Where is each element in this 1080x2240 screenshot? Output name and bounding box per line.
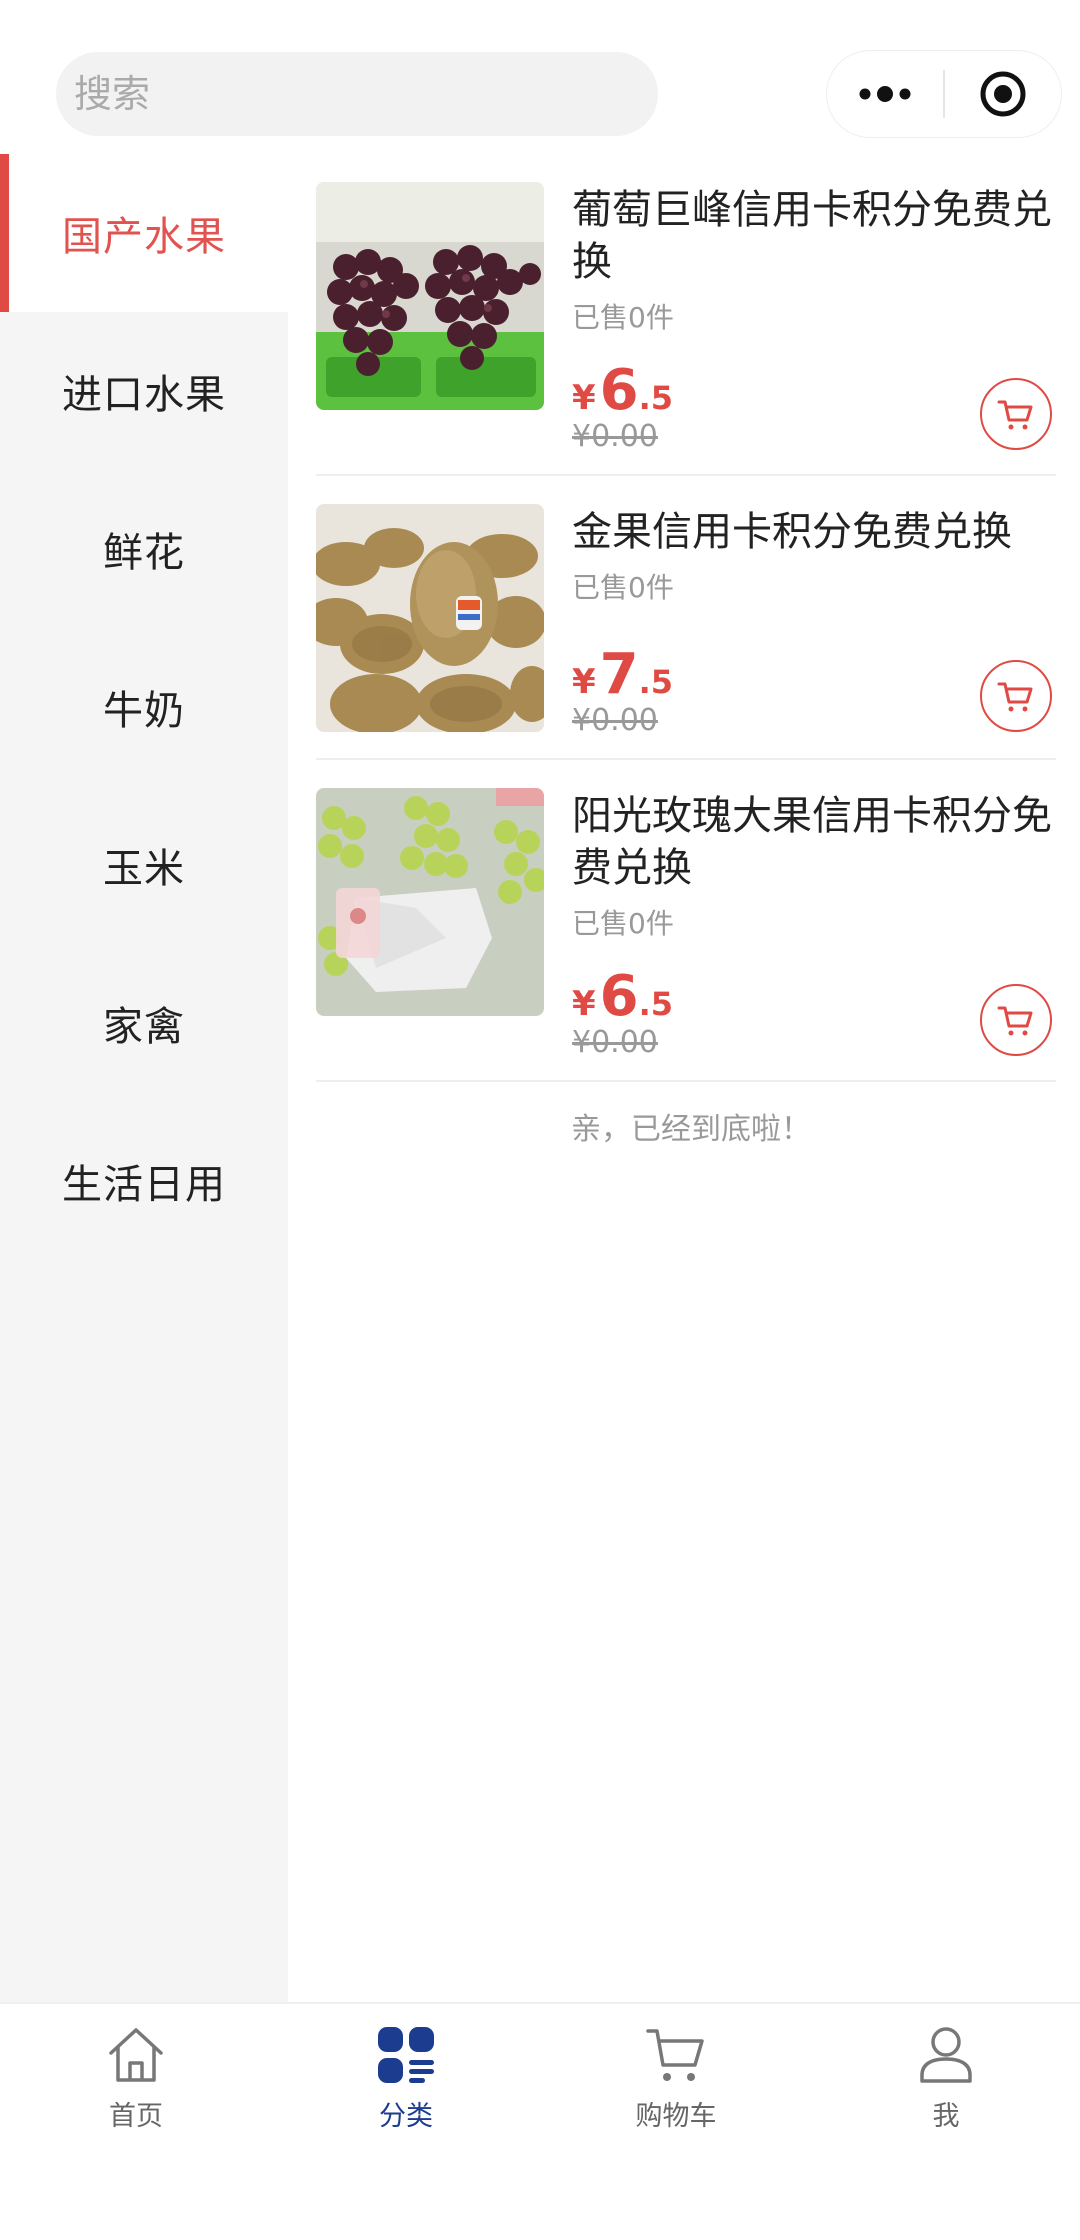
tab-home[interactable]: 首页 [46,2022,226,2133]
category-icon [378,2027,434,2083]
product-image-kiwi[interactable] [316,504,544,732]
miniprogram-capsule [826,50,1062,138]
product-title: 葡萄巨峰信用卡积分免费兑换 [572,187,1052,285]
category-sidebar: 国产水果 进口水果 鲜花 牛奶 玉米 家禽 生活日用 [0,154,288,2002]
sidebar-item-corn[interactable]: 玉米 [0,786,288,944]
search-box[interactable] [56,52,658,136]
end-of-list-tip: 亲，已经到底啦！ [571,1112,811,1147]
cart-icon [997,400,1033,430]
tab-cart[interactable]: 购物车 [586,2022,766,2133]
product-price: ¥6.5 [572,964,673,1029]
original-price: ¥0.00 [572,703,658,738]
product-info: 金果信用卡积分免费兑换 已售0件 [572,506,1056,606]
cart-icon [997,1006,1033,1036]
original-price: ¥0.00 [572,419,658,454]
user-icon [920,2027,972,2083]
cart-icon [646,2029,704,2081]
tab-label: 分类 [379,2101,433,2132]
product-title: 金果信用卡积分免费兑换 [572,509,1012,555]
sidebar-item-label: 国产水果 [62,214,226,260]
currency-symbol: ¥ [572,378,596,418]
top-bar [0,0,1080,160]
product-image-green-grapes[interactable] [316,788,544,1016]
product-item[interactable]: 金果信用卡积分免费兑换 已售0件 ¥7.5 ¥0.00 [316,476,1056,760]
sidebar-item-label: 鲜花 [103,530,185,576]
sidebar-item-flowers[interactable]: 鲜花 [0,470,288,628]
sidebar-item-daily-goods[interactable]: 生活日用 [0,1102,288,1260]
sidebar-item-domestic-fruit[interactable]: 国产水果 [0,154,288,312]
home-icon [109,2028,163,2082]
product-info: 葡萄巨峰信用卡积分免费兑换 已售0件 [572,184,1056,336]
tab-label: 我 [932,2101,960,2132]
currency-symbol: ¥ [572,662,596,702]
product-item[interactable]: 阳光玫瑰大果信用卡积分免费兑换 已售0件 ¥6.5 ¥0.00 [316,760,1056,1082]
bottom-tab-bar: 首页 分类 购物车 我 [0,2002,1080,2240]
product-image-grapes[interactable] [316,182,544,410]
product-price-block: ¥7.5 ¥0.00 [572,642,673,738]
category-page: 国产水果 进口水果 鲜花 牛奶 玉米 家禽 生活日用 [0,0,1080,2240]
product-item[interactable]: 葡萄巨峰信用卡积分免费兑换 已售0件 ¥6.5 ¥0.00 [316,154,1056,476]
price-decimal: .5 [638,379,674,417]
product-info: 阳光玫瑰大果信用卡积分免费兑换 已售0件 [572,790,1056,942]
tab-category[interactable]: 分类 [316,2022,496,2133]
add-to-cart-button[interactable] [980,660,1052,732]
sidebar-item-label: 玉米 [103,846,185,892]
more-button[interactable] [827,51,943,137]
currency-symbol: ¥ [572,984,596,1024]
search-input[interactable] [74,72,658,116]
more-dots-icon [859,86,911,102]
price-integer: 7 [599,642,639,707]
product-sold-count: 已售0件 [572,907,674,940]
target-circle-icon [980,71,1026,117]
sidebar-item-label: 进口水果 [62,372,226,418]
add-to-cart-button[interactable] [980,984,1052,1056]
product-price: ¥6.5 [572,358,673,423]
price-decimal: .5 [638,663,674,701]
sidebar-item-label: 家禽 [103,1004,185,1050]
tab-label: 首页 [109,2101,163,2132]
cart-icon [997,682,1033,712]
sidebar-item-milk[interactable]: 牛奶 [0,628,288,786]
sidebar-item-poultry[interactable]: 家禽 [0,944,288,1102]
price-decimal: .5 [638,985,674,1023]
sidebar-item-label: 生活日用 [62,1162,226,1208]
product-price-block: ¥6.5 ¥0.00 [572,358,673,454]
close-miniprogram-button[interactable] [945,51,1061,137]
product-sold-count: 已售0件 [572,571,674,604]
tab-me[interactable]: 我 [856,2022,1036,2133]
tab-label: 购物车 [635,2101,717,2132]
product-price: ¥7.5 [572,642,673,707]
product-sold-count: 已售0件 [572,301,674,334]
sidebar-item-imported-fruit[interactable]: 进口水果 [0,312,288,470]
original-price: ¥0.00 [572,1025,658,1060]
price-integer: 6 [599,964,639,1029]
product-list: 葡萄巨峰信用卡积分免费兑换 已售0件 ¥6.5 ¥0.00 金果信用卡积分免费兑… [316,154,1056,1148]
price-integer: 6 [599,358,639,423]
product-price-block: ¥6.5 ¥0.00 [572,964,673,1060]
product-title: 阳光玫瑰大果信用卡积分免费兑换 [572,793,1052,891]
add-to-cart-button[interactable] [980,378,1052,450]
sidebar-item-label: 牛奶 [103,688,185,734]
